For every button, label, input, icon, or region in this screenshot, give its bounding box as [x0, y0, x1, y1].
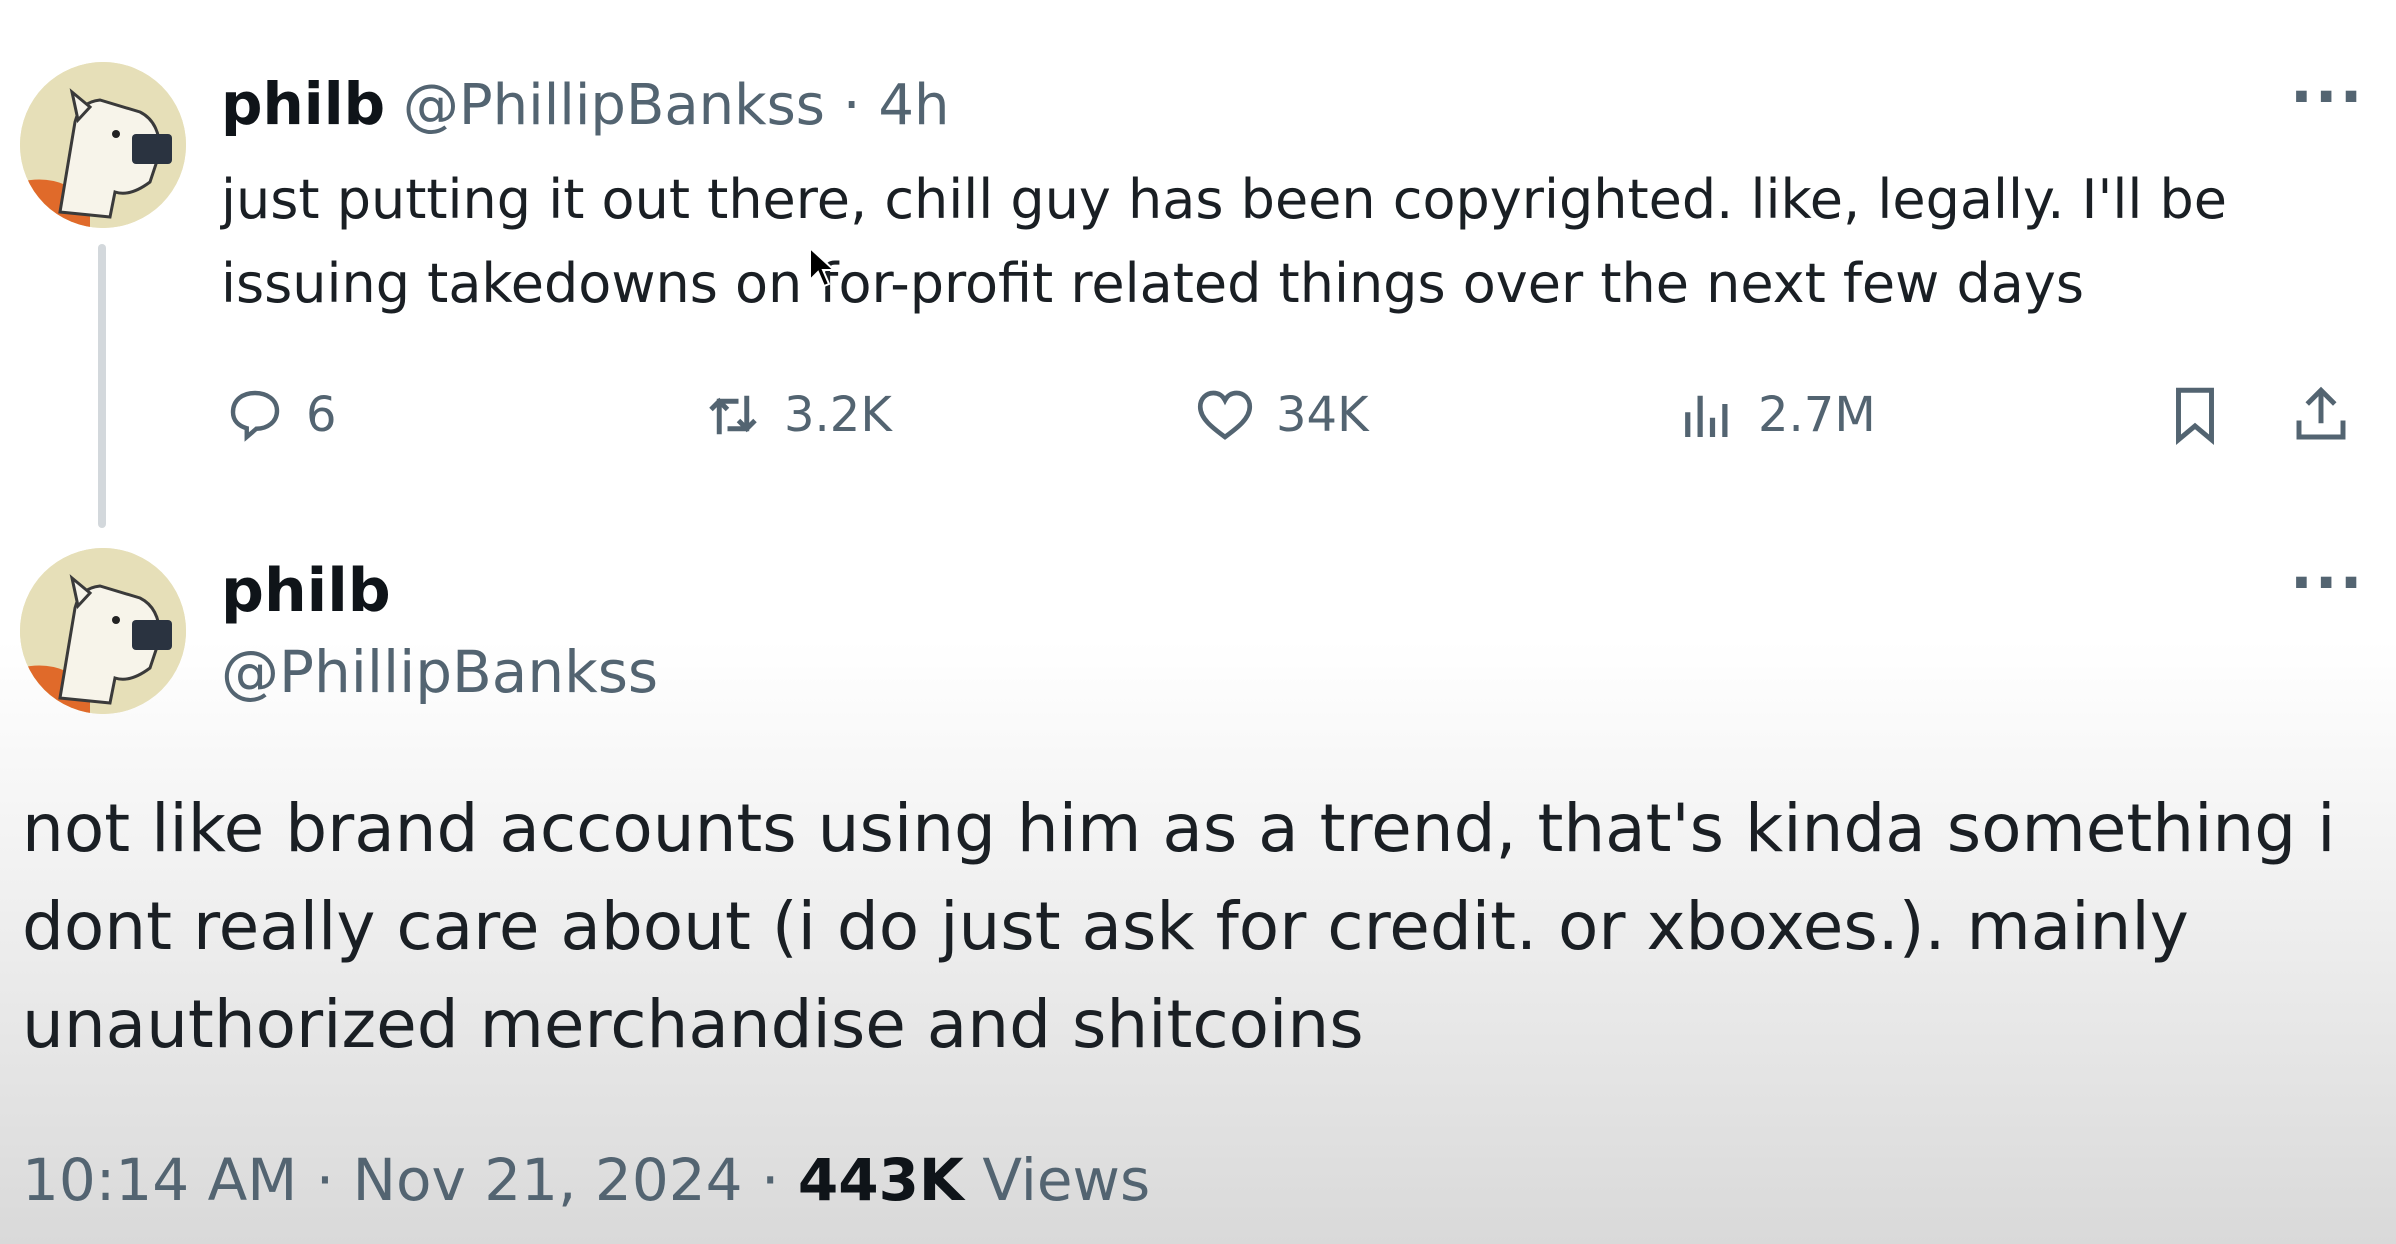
- tweet-text: not like brand accounts using him as a t…: [22, 790, 2336, 1063]
- date[interactable]: Nov 21, 2024: [353, 1146, 743, 1214]
- tweet-meta: 10:14 AM · Nov 21, 2024 · 443K Views: [22, 1146, 1150, 1214]
- handle[interactable]: @PhillipBankss: [403, 73, 825, 138]
- tweet1-header: philb @PhillipBankss · 4h: [221, 70, 950, 138]
- repost-button[interactable]: 3.2K: [700, 382, 892, 448]
- timestamp[interactable]: 10:14 AM: [22, 1146, 297, 1214]
- handle[interactable]: @PhillipBankss: [221, 638, 658, 706]
- dog-avatar-icon: [20, 548, 186, 714]
- reply-icon: [230, 390, 280, 442]
- timestamp[interactable]: 4h: [878, 73, 949, 138]
- mouse-cursor-icon: [809, 246, 837, 288]
- views-count: 2.7M: [1758, 387, 1876, 443]
- bookmark-icon: [2176, 387, 2214, 446]
- display-name[interactable]: philb: [221, 70, 385, 138]
- display-name[interactable]: philb: [221, 556, 391, 626]
- reply-button[interactable]: 6: [222, 382, 337, 448]
- separator: ·: [315, 1146, 335, 1214]
- views-icon: [1685, 395, 1728, 437]
- bookmark-button[interactable]: [2162, 382, 2228, 448]
- views-count: 443K: [797, 1146, 964, 1214]
- heart-icon: [1197, 390, 1253, 440]
- thread-line: [98, 244, 106, 528]
- like-button[interactable]: 34K: [1192, 382, 1369, 448]
- share-button[interactable]: [2288, 382, 2354, 448]
- views-label: Views: [982, 1146, 1151, 1214]
- avatar[interactable]: [20, 548, 186, 714]
- repost-count: 3.2K: [784, 387, 892, 443]
- reply-count: 6: [306, 387, 337, 443]
- more-options-button[interactable]: ···: [2290, 62, 2364, 132]
- dog-avatar-icon: [20, 62, 186, 228]
- avatar[interactable]: [20, 62, 186, 228]
- separator: ·: [842, 73, 861, 138]
- like-count: 34K: [1276, 387, 1369, 443]
- repost-icon: [709, 395, 757, 435]
- more-options-button[interactable]: ···: [2290, 548, 2364, 618]
- share-icon: [2296, 386, 2346, 440]
- tweet-text: just putting it out there, chill guy has…: [221, 168, 2227, 315]
- views-button[interactable]: 2.7M: [1674, 382, 1876, 448]
- separator: ·: [760, 1146, 780, 1214]
